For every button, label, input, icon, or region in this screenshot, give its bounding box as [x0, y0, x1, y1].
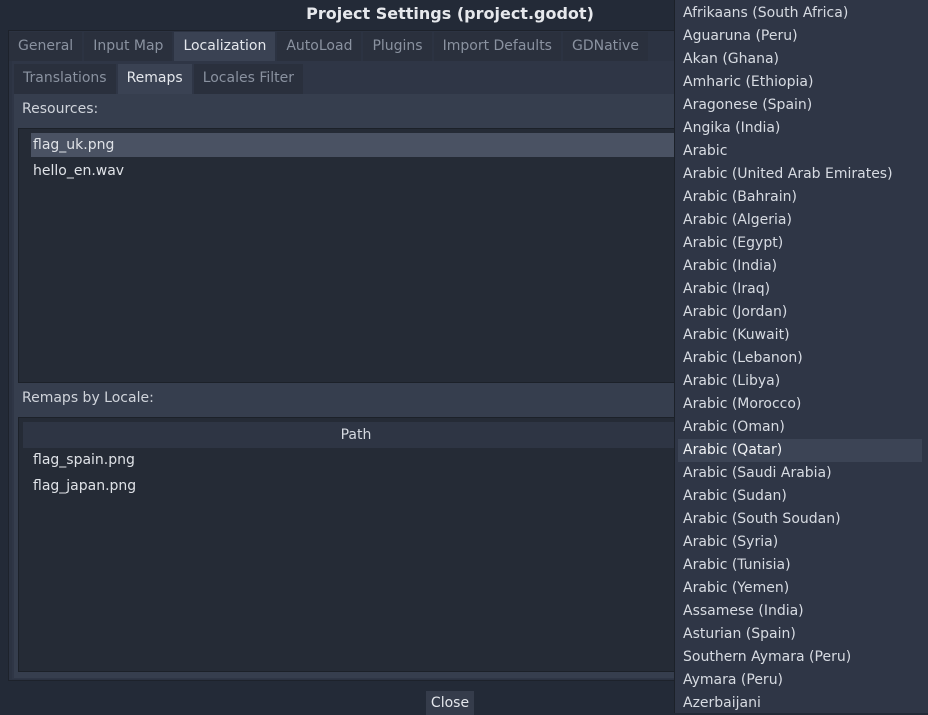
locale-menu-item[interactable]: Arabic (Tunisia)	[678, 554, 922, 577]
locale-menu-item[interactable]: Arabic	[678, 140, 922, 163]
localization-tab-bar: Translations Remaps Locales Filter	[14, 64, 305, 94]
locale-menu-item[interactable]: Arabic (Jordan)	[678, 301, 922, 324]
tab-general[interactable]: General	[9, 32, 83, 61]
remaps-list[interactable]: Path flag_spain.png flag_japan.png	[18, 417, 689, 672]
locale-menu-item[interactable]: Arabic (Iraq)	[678, 278, 922, 301]
tab-locales-filter[interactable]: Locales Filter	[193, 64, 304, 94]
close-button[interactable]: Close	[426, 691, 474, 715]
locale-menu-item[interactable]: Arabic (Saudi Arabia)	[678, 462, 922, 485]
path-column-header[interactable]: Path	[23, 422, 689, 448]
remap-path: flag_japan.png	[33, 478, 137, 494]
remap-row[interactable]: flag_spain.png	[33, 448, 689, 472]
locale-menu-item[interactable]: Azerbaijani	[678, 692, 922, 713]
resource-item-flag-uk[interactable]: flag_uk.png	[31, 133, 689, 157]
locale-menu-item[interactable]: Arabic (Bahrain)	[678, 186, 922, 209]
resources-list[interactable]: flag_uk.png hello_en.wav	[18, 128, 689, 383]
locale-menu-item[interactable]: Arabic (Yemen)	[678, 577, 922, 600]
resource-item-hello-en[interactable]: hello_en.wav	[33, 159, 124, 183]
locale-menu-item[interactable]: Amharic (Ethiopia)	[678, 71, 922, 94]
tab-remaps[interactable]: Remaps	[117, 64, 192, 94]
locale-menu-item[interactable]: Southern Aymara (Peru)	[678, 646, 922, 669]
locale-menu-item[interactable]: Aguaruna (Peru)	[678, 25, 922, 48]
locale-menu-item[interactable]: Arabic (Kuwait)	[678, 324, 922, 347]
tab-gdnative[interactable]: GDNative	[562, 32, 648, 61]
tab-translations[interactable]: Translations	[14, 64, 116, 94]
remaps-by-locale-label: Remaps by Locale:	[22, 390, 154, 406]
resources-label: Resources:	[22, 101, 99, 117]
locale-menu-item[interactable]: Arabic (Egypt)	[678, 232, 922, 255]
locale-menu-item[interactable]: Arabic (Lebanon)	[678, 347, 922, 370]
locale-menu-item[interactable]: Afrikaans (South Africa)	[678, 2, 922, 25]
locale-menu-item[interactable]: Angika (India)	[678, 117, 922, 140]
tab-plugins[interactable]: Plugins	[363, 32, 432, 61]
locale-menu-item[interactable]: Arabic (Algeria)	[678, 209, 922, 232]
locale-menu-item[interactable]: Arabic (Oman)	[678, 416, 922, 439]
tab-localization[interactable]: Localization	[174, 32, 276, 61]
locale-menu-item[interactable]: Asturian (Spain)	[678, 623, 922, 646]
locale-menu-item[interactable]: Aymara (Peru)	[678, 669, 922, 692]
locale-menu-item[interactable]: Aragonese (Spain)	[678, 94, 922, 117]
tab-input-map[interactable]: Input Map	[84, 32, 173, 61]
tab-import-defaults[interactable]: Import Defaults	[433, 32, 561, 61]
tab-autoload[interactable]: AutoLoad	[277, 32, 362, 61]
locale-menu-item[interactable]: Arabic (Morocco)	[678, 393, 922, 416]
locale-menu-item[interactable]: Arabic (United Arab Emirates)	[678, 163, 922, 186]
locale-menu-item[interactable]: Arabic (India)	[678, 255, 922, 278]
main-tab-bar: General Input Map Localization AutoLoad …	[9, 32, 650, 61]
locale-menu-item[interactable]: Arabic (Sudan)	[678, 485, 922, 508]
remap-row[interactable]: flag_japan.png	[33, 474, 689, 498]
remap-path: flag_spain.png	[33, 452, 135, 468]
locale-menu-item[interactable]: Assamese (India)	[678, 600, 922, 623]
locale-menu-item[interactable]: Arabic (Syria)	[678, 531, 922, 554]
locale-menu-item[interactable]: Arabic (South Soudan)	[678, 508, 922, 531]
locale-menu-item[interactable]: Arabic (Qatar)	[678, 439, 922, 462]
locale-menu-item[interactable]: Arabic (Libya)	[678, 370, 922, 393]
locale-popup-menu[interactable]: Afrikaans (South Africa) Aguaruna (Peru) A…	[674, 0, 928, 713]
locale-menu-item[interactable]: Akan (Ghana)	[678, 48, 922, 71]
